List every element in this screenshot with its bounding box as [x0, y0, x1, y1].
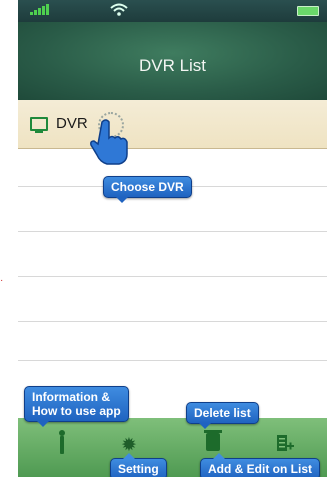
list-item — [18, 277, 327, 322]
page-title: DVR List — [138, 56, 207, 75]
list-item-label: DVR — [56, 115, 88, 132]
add-edit-callout: Add & Edit on List — [200, 453, 320, 477]
trash-icon[interactable] — [204, 430, 222, 451]
info-callout-line2: How to use app — [32, 404, 121, 418]
info-callout-line1: Information & — [32, 390, 110, 404]
list-item-dvr[interactable]: DVR — [18, 100, 327, 149]
margin-mark: · — [0, 275, 4, 286]
signal-icon — [30, 4, 49, 15]
wifi-icon — [110, 3, 128, 16]
list-item — [18, 232, 327, 277]
pointer-hand-icon — [90, 119, 128, 165]
delete-callout: Delete list — [186, 402, 259, 429]
phone-screen: DVR List DVR Choose DVR ✹ Information & … — [18, 0, 327, 477]
choose-dvr-callout: Choose DVR — [103, 176, 192, 203]
status-bar — [18, 0, 327, 22]
nav-bar: DVR List — [18, 22, 327, 100]
list-item — [18, 322, 327, 361]
battery-icon — [297, 6, 319, 16]
info-icon[interactable] — [59, 430, 65, 454]
tv-icon — [30, 117, 48, 133]
setting-callout: Setting — [110, 453, 167, 477]
add-list-icon[interactable] — [276, 434, 294, 454]
info-callout: Information & How to use app — [24, 386, 129, 427]
